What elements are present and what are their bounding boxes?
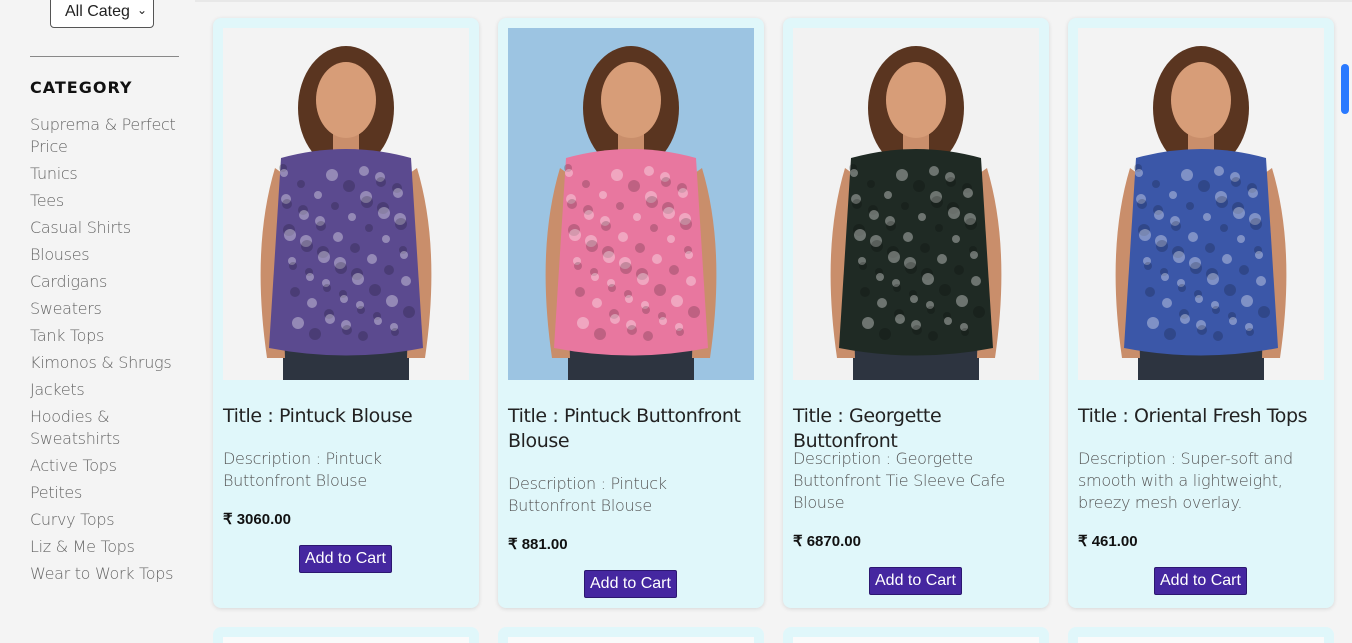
- product-price: ₹ 6870.00: [793, 533, 861, 550]
- product-card: [498, 627, 764, 643]
- category-item[interactable]: Sweaters: [30, 298, 180, 320]
- category-item[interactable]: Hoodies & Sweatshirts: [30, 406, 180, 450]
- sidebar: All Categ ⌄ CATEGORY Suprema & Perfect P…: [0, 0, 195, 643]
- product-image[interactable]: [793, 637, 1039, 643]
- product-card: [783, 627, 1049, 643]
- product-price: ₹ 881.00: [508, 536, 568, 553]
- category-item[interactable]: Wear to Work Tops: [30, 563, 180, 585]
- product-title: Title : Georgette Buttonfront: [793, 405, 942, 452]
- category-item[interactable]: Blouses: [30, 244, 180, 266]
- product-image[interactable]: [223, 28, 469, 380]
- product-description: Description : Pintuck Buttonfront Blouse: [508, 474, 667, 515]
- product-card: [213, 627, 479, 643]
- scroll-indicator[interactable]: [1341, 64, 1349, 114]
- add-to-cart-button[interactable]: Add to Cart: [299, 545, 392, 573]
- product-card: Title : Oriental Fresh Tops Description …: [1068, 18, 1334, 608]
- category-item[interactable]: Active Tops: [30, 455, 180, 477]
- sidebar-divider: [30, 56, 179, 57]
- category-item[interactable]: Kimonos & Shrugs: [30, 352, 180, 374]
- product-image[interactable]: [1078, 637, 1324, 643]
- product-image[interactable]: [508, 28, 754, 380]
- category-select-value: All Categ: [65, 3, 130, 20]
- product-title: Title : Pintuck Buttonfront Blouse: [508, 405, 741, 452]
- add-to-cart-button[interactable]: Add to Cart: [1154, 567, 1247, 595]
- product-card: Title : Pintuck Buttonfront Blouse Descr…: [498, 18, 764, 608]
- category-item[interactable]: Jackets: [30, 379, 180, 401]
- model-photo: [508, 28, 754, 380]
- product-image[interactable]: [223, 637, 469, 643]
- product-title: Title : Oriental Fresh Tops: [1078, 405, 1308, 427]
- category-select[interactable]: All Categ ⌄: [50, 0, 154, 28]
- product-image[interactable]: [793, 28, 1039, 380]
- category-item[interactable]: Tees: [30, 190, 180, 212]
- product-title: Title : Pintuck Blouse: [223, 405, 413, 427]
- add-to-cart-button[interactable]: Add to Cart: [869, 567, 962, 595]
- category-list: Suprema & Perfect Price Tunics Tees Casu…: [30, 114, 180, 590]
- category-item[interactable]: Cardigans: [30, 271, 180, 293]
- category-item[interactable]: Suprema & Perfect Price: [30, 114, 180, 158]
- top-bar: [195, 0, 1352, 2]
- model-photo: [1078, 28, 1324, 380]
- product-card: [1068, 627, 1334, 643]
- model-photo: [223, 28, 469, 380]
- product-price: ₹ 3060.00: [223, 511, 291, 528]
- product-description: Description : Georgette Buttonfront Tie …: [793, 449, 1005, 512]
- category-item[interactable]: Tank Tops: [30, 325, 180, 347]
- product-description: Description : Super-soft and smooth with…: [1078, 449, 1293, 512]
- add-to-cart-button[interactable]: Add to Cart: [584, 570, 677, 598]
- category-item[interactable]: Petites: [30, 482, 180, 504]
- chevron-down-icon: ⌄: [136, 3, 147, 17]
- product-image[interactable]: [508, 637, 754, 643]
- product-description: Description : Pintuck Buttonfront Blouse: [223, 449, 382, 490]
- category-item[interactable]: Curvy Tops: [30, 509, 180, 531]
- category-item[interactable]: Casual Shirts: [30, 217, 180, 239]
- category-heading: CATEGORY: [30, 78, 133, 97]
- product-card: Title : Georgette Buttonfront Descriptio…: [783, 18, 1049, 608]
- model-photo: [793, 28, 1039, 380]
- category-item[interactable]: Liz & Me Tops: [30, 536, 180, 558]
- product-price: ₹ 461.00: [1078, 533, 1138, 550]
- product-card: Title : Pintuck Blouse Description : Pin…: [213, 18, 479, 608]
- category-item[interactable]: Tunics: [30, 163, 180, 185]
- product-image[interactable]: [1078, 28, 1324, 380]
